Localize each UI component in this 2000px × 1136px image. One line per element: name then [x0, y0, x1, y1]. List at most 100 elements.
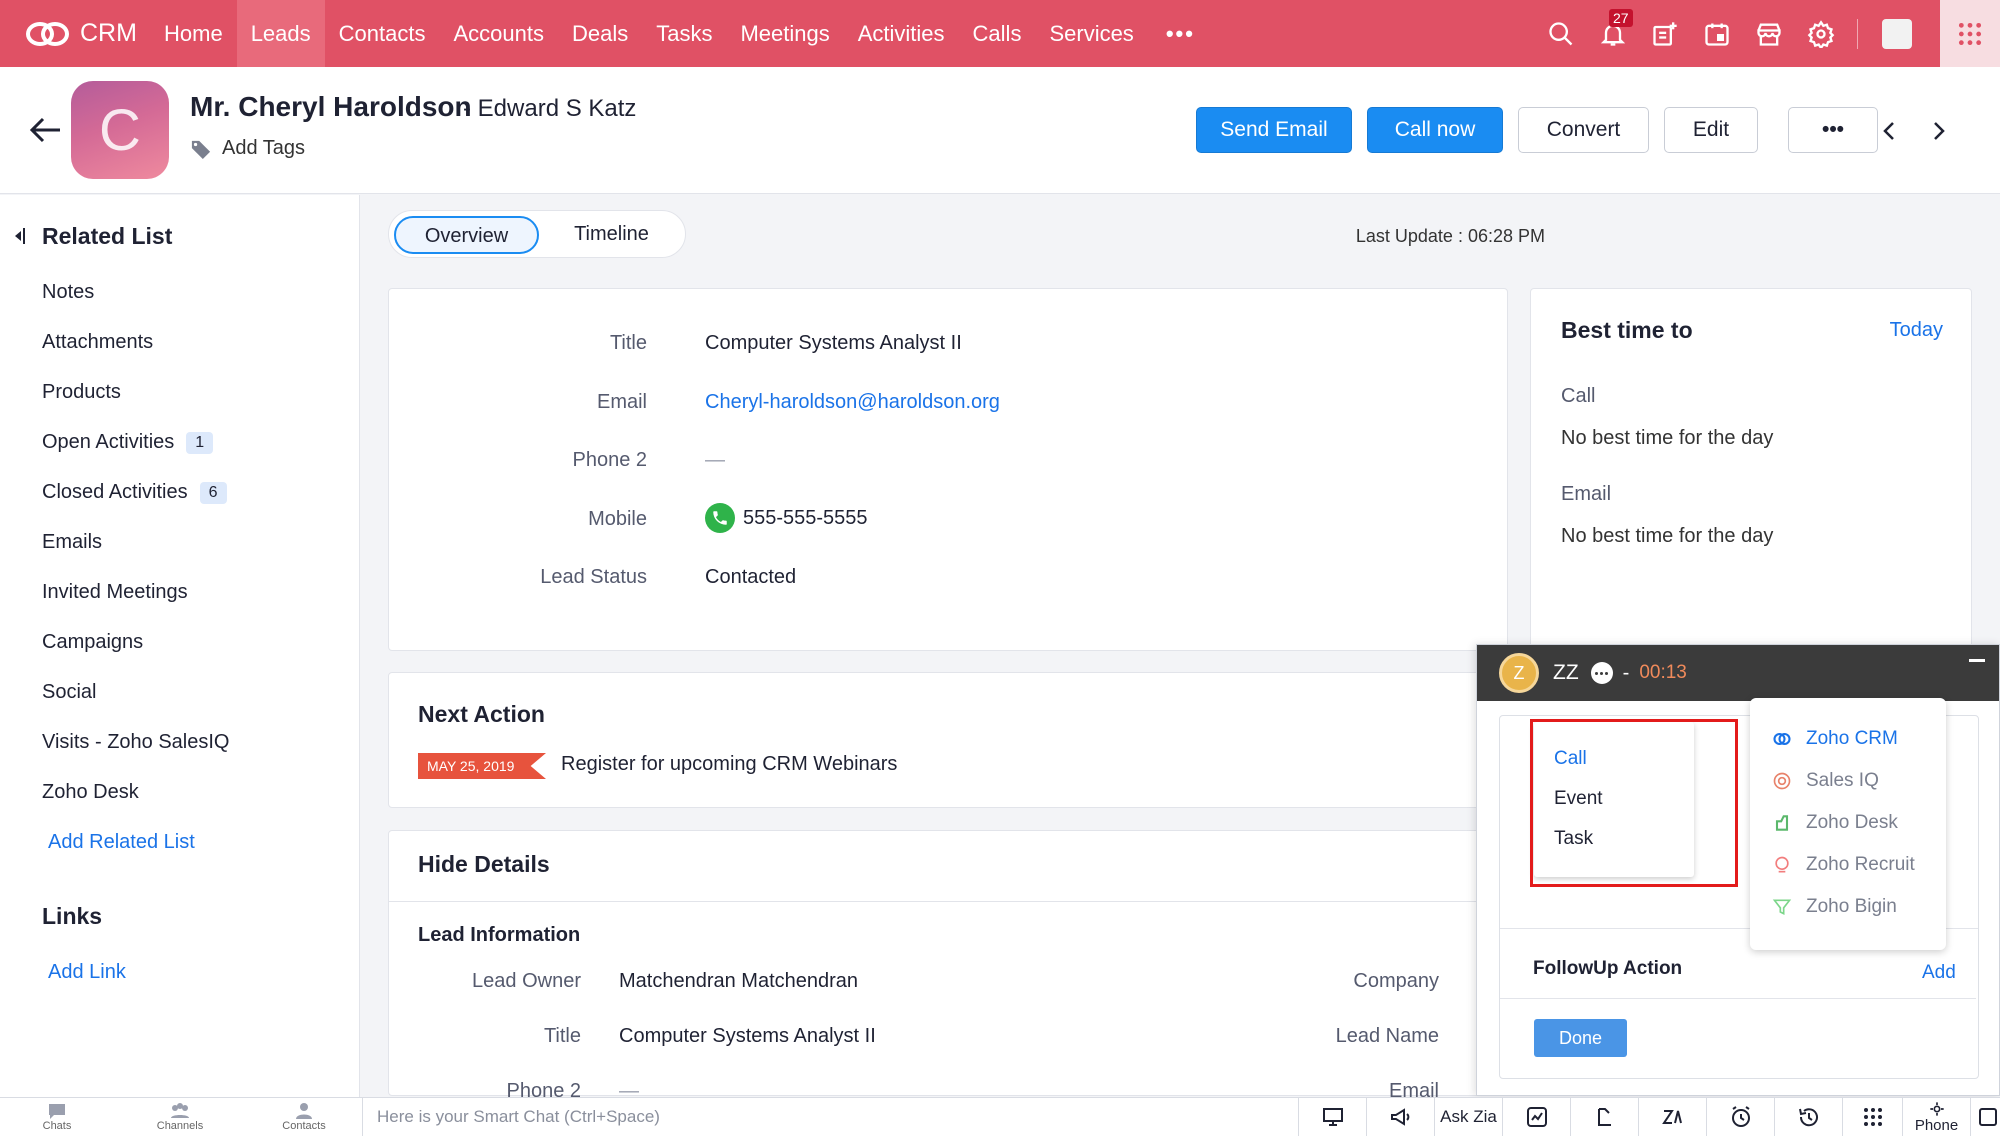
notifications-bell-icon[interactable]: 27: [1587, 0, 1639, 67]
related-item-social[interactable]: Social: [42, 681, 96, 704]
related-item-products[interactable]: Products: [42, 381, 121, 404]
nav-tab-leads[interactable]: Leads: [236, 0, 325, 67]
search-icon[interactable]: [1535, 0, 1587, 67]
user-avatar[interactable]: [1882, 18, 1912, 49]
best-time-today-selector[interactable]: Today: [1890, 319, 1943, 342]
phone-call-icon[interactable]: [705, 503, 735, 533]
app-label: Zoho Desk: [1806, 812, 1898, 833]
app-zoho-crm[interactable]: Zoho CRM: [1772, 728, 1898, 750]
brand-name: CRM: [80, 19, 137, 47]
recent-history-icon[interactable]: [1774, 1098, 1842, 1136]
bottom-contacts[interactable]: Contacts: [259, 1102, 349, 1132]
related-item-emails[interactable]: Emails: [42, 531, 102, 554]
nav-tab-contacts[interactable]: Contacts: [325, 0, 440, 67]
mobile-number: 555-555-5555: [743, 506, 868, 529]
nav-tab-deals[interactable]: Deals: [558, 0, 642, 67]
reminder-alarm-icon[interactable]: [1706, 1098, 1774, 1136]
crm-brand[interactable]: CRM: [0, 0, 150, 67]
best-time-email-value: No best time for the day: [1561, 525, 1774, 547]
app-sales-iq[interactable]: Sales IQ: [1772, 770, 1879, 792]
field-value-mobile[interactable]: 555-555-5555: [705, 503, 868, 533]
nav-tab-services[interactable]: Services: [1035, 0, 1147, 67]
minimize-widget-icon[interactable]: [1969, 659, 1985, 662]
field-value-email[interactable]: Cheryl-haroldson@haroldson.org: [705, 391, 1000, 414]
create-record-icon[interactable]: [1639, 0, 1691, 67]
app-launcher-grid-icon[interactable]: [1940, 0, 2000, 67]
related-item-campaigns[interactable]: Campaigns: [42, 631, 143, 654]
next-action-card: Next Action MAY 25, 2019 Register for up…: [388, 672, 1488, 808]
send-email-button[interactable]: Send Email: [1196, 107, 1352, 153]
expand-panel-icon[interactable]: [1970, 1098, 2000, 1136]
bottom-chats[interactable]: Chats: [12, 1102, 102, 1132]
screen-share-icon[interactable]: [1298, 1098, 1366, 1136]
related-item-invited-meetings[interactable]: Invited Meetings: [42, 581, 188, 604]
tag-icon: [191, 140, 211, 159]
smart-chat-input[interactable]: Here is your Smart Chat (Ctrl+Space): [362, 1098, 1298, 1136]
phone-gear-icon: [1929, 1101, 1944, 1116]
related-item-closed-activities[interactable]: Closed Activities 6: [42, 481, 227, 504]
app-label: Zoho Bigin: [1806, 896, 1897, 917]
calendar-icon[interactable]: [1691, 0, 1743, 67]
nav-tab-home[interactable]: Home: [150, 0, 237, 67]
app-zoho-recruit[interactable]: Zoho Recruit: [1772, 854, 1915, 876]
nav-more-icon[interactable]: •••: [1148, 0, 1213, 67]
field-label-lead-status: Lead Status: [540, 566, 647, 588]
crm-logo-icon: [26, 19, 70, 49]
zia-icon[interactable]: [1638, 1098, 1706, 1136]
field-label-mobile: Mobile: [588, 508, 647, 530]
field-value-lead-status: Contacted: [705, 566, 797, 588]
more-actions-button[interactable]: •••: [1788, 107, 1878, 153]
analytics-icon[interactable]: [1502, 1098, 1570, 1136]
add-related-list-link[interactable]: Add Related List: [48, 831, 195, 854]
next-record-icon[interactable]: [1926, 119, 1950, 143]
nav-tab-accounts[interactable]: Accounts: [439, 0, 558, 67]
nav-tab-activities[interactable]: Activities: [844, 0, 959, 67]
app-zoho-bigin[interactable]: Zoho Bigin: [1772, 896, 1897, 918]
view-tabs: Overview Timeline: [388, 210, 686, 258]
collapse-panel-icon[interactable]: [12, 227, 26, 245]
done-button[interactable]: Done: [1534, 1019, 1627, 1057]
app-zoho-desk[interactable]: Zoho Desk: [1772, 812, 1898, 834]
phone-settings[interactable]: Phone: [1902, 1098, 1970, 1136]
caller-avatar: Z: [1499, 653, 1539, 693]
related-item-salesiq-visits[interactable]: Visits - Zoho SalesIQ: [42, 731, 229, 754]
overview-card: Title Email Phone 2 Mobile Lead Status C…: [388, 288, 1508, 651]
detail-label-company: Company: [1353, 970, 1439, 992]
related-item-attachments[interactable]: Attachments: [42, 331, 153, 354]
chat-bubble-icon: [49, 1104, 65, 1119]
ask-zia-button[interactable]: Ask Zia: [1434, 1098, 1502, 1136]
related-item-label: Notes: [42, 281, 95, 303]
links-title: Links: [42, 903, 103, 929]
add-tags-link[interactable]: Add Tags: [190, 137, 305, 160]
edit-button[interactable]: Edit: [1664, 107, 1758, 153]
related-item-label: Attachments: [42, 331, 154, 353]
related-item-open-activities[interactable]: Open Activities 1: [42, 431, 214, 454]
announcement-megaphone-icon[interactable]: [1366, 1098, 1434, 1136]
bottom-channels[interactable]: Channels: [135, 1102, 225, 1132]
tab-timeline[interactable]: Timeline: [544, 216, 679, 254]
related-item-notes[interactable]: Notes: [42, 281, 94, 304]
marketplace-icon[interactable]: [1743, 0, 1795, 67]
nav-tab-meetings[interactable]: Meetings: [726, 0, 843, 67]
related-item-label: Closed Activities: [42, 481, 188, 503]
signal-icon[interactable]: [1570, 1098, 1638, 1136]
next-action-text[interactable]: Register for upcoming CRM Webinars: [561, 753, 897, 776]
app-source-menu: Zoho CRM Sales IQ Zoho Desk Zoho Recruit…: [1750, 698, 1946, 950]
add-link[interactable]: Add Link: [48, 961, 126, 984]
apps-grid-icon[interactable]: [1842, 1098, 1902, 1136]
nav-tab-tasks[interactable]: Tasks: [642, 0, 726, 67]
followup-add-link[interactable]: Add: [1922, 962, 1956, 984]
zoho-crm-icon: [1773, 732, 1791, 746]
record-name: Mr. Cheryl Haroldson: [190, 91, 472, 122]
previous-record-icon[interactable]: [1878, 119, 1902, 143]
back-arrow-icon[interactable]: [28, 115, 62, 145]
record-header: C Mr. Cheryl Haroldson - Edward S Katz A…: [0, 67, 2000, 194]
settings-gear-icon[interactable]: [1795, 0, 1847, 67]
highlight-box: [1530, 719, 1738, 887]
related-item-zoho-desk[interactable]: Zoho Desk: [42, 781, 139, 804]
caller-options-icon[interactable]: [1590, 662, 1613, 684]
call-now-button[interactable]: Call now: [1367, 107, 1503, 153]
convert-button[interactable]: Convert: [1518, 107, 1649, 153]
tab-overview[interactable]: Overview: [394, 216, 539, 254]
nav-tab-calls[interactable]: Calls: [959, 0, 1036, 67]
